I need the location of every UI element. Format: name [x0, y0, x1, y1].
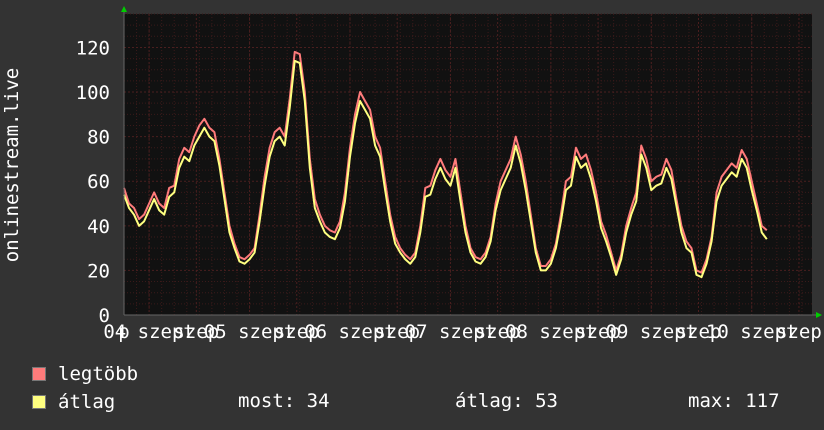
stat-average: átlag: 53	[455, 390, 558, 412]
y-tick-label: 60	[87, 171, 110, 193]
plot-area	[124, 14, 812, 315]
legend-item-avg: átlag	[32, 391, 116, 413]
legend-swatch-avg	[32, 395, 46, 409]
y-tick-label: 20	[87, 260, 110, 282]
x-tick-label: szep	[776, 321, 822, 343]
y-tick-label: 40	[87, 216, 110, 238]
stat-maximum: max: 117	[688, 390, 780, 412]
x-axis-arrow	[816, 312, 822, 318]
legend-label-avg: átlag	[58, 391, 116, 413]
legend-label-max: legtöbb	[58, 363, 139, 385]
y-tick-label: 120	[76, 37, 110, 59]
y-tick-label: 100	[76, 82, 110, 104]
line-chart: 020406080100120p04 szeptszep05 szeptszep…	[1, 6, 822, 343]
y-axis-arrow	[121, 6, 127, 12]
y-axis-label: onlinestream.live	[1, 68, 23, 262]
legend-item-max: legtöbb	[32, 363, 139, 385]
y-tick-label: 80	[87, 127, 110, 149]
legend-swatch-max	[32, 367, 46, 381]
stat-current: most: 34	[238, 390, 330, 412]
